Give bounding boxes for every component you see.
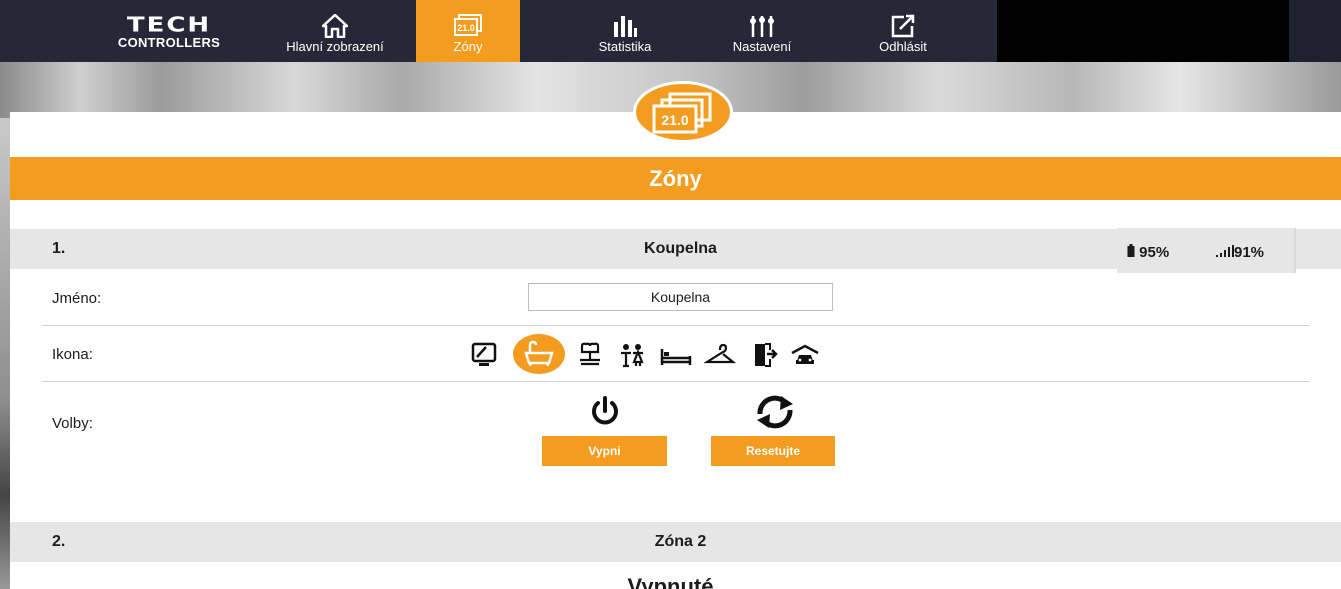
sliders-icon [711, 0, 813, 40]
divider [42, 325, 1309, 326]
logout-icon [858, 0, 948, 40]
battery-icon [1127, 244, 1135, 257]
icon-label: Ikona: [52, 346, 93, 363]
off-button[interactable]: Vypni [542, 436, 667, 466]
battery-status: 95% [1127, 244, 1169, 261]
zones-badge: 21.0 [633, 81, 733, 143]
battery-value: 95% [1139, 244, 1170, 261]
badge-value: 21.0 [661, 112, 688, 128]
zone-2-status: Vypnuté [627, 576, 714, 589]
bed-icon[interactable] [659, 338, 693, 372]
logo-main-text: TECH [126, 13, 212, 37]
name-label: Jméno: [52, 290, 102, 307]
hanger-icon[interactable] [703, 338, 737, 372]
zones-badge-icon: 21.0 [652, 92, 712, 134]
door-exit-icon[interactable] [748, 338, 782, 372]
divider [42, 381, 1309, 382]
bar-chart-icon [575, 0, 675, 40]
nav-item-statistics[interactable]: Statistika [575, 0, 675, 62]
signal-value: 91% [1234, 244, 1265, 261]
nav-label-zones: Zóny [453, 39, 483, 54]
top-navigation: TECH CONTROLLERS Hlavní zobrazení 21.0 Z… [0, 0, 1341, 62]
nav-label-home: Hlavní zobrazení [286, 39, 384, 54]
nav-item-zones[interactable]: 21.0 Zóny [416, 0, 520, 62]
nav-label-logout: Odhlásit [879, 39, 927, 54]
left-background-strip [0, 118, 10, 589]
options-label: Volby: [52, 415, 93, 432]
black-overlay-box [997, 0, 1289, 62]
nav-edge [1289, 0, 1341, 62]
children-icon[interactable] [615, 338, 649, 372]
zones-icon: 21.0 [416, 0, 520, 40]
nav-item-logout[interactable]: Odhlásit [858, 0, 948, 62]
nav-item-home[interactable]: Hlavní zobrazení [260, 0, 410, 62]
refresh-icon [749, 392, 801, 432]
zone-2-header: 2. Zóna 2 [10, 522, 1341, 562]
nav-label-statistics: Statistika [598, 39, 652, 54]
svg-text:21.0: 21.0 [457, 23, 475, 33]
page-title: Zóny [10, 157, 1341, 200]
logo-sub-text: CONTROLLERS [117, 35, 221, 50]
zone-name-input[interactable] [528, 283, 833, 311]
zone-2-name: Zóna 2 [654, 533, 707, 550]
zone-1-status: 95% 91% [1117, 228, 1296, 273]
signal-icon [1216, 245, 1234, 257]
car-garage-icon[interactable] [788, 338, 822, 372]
reset-button[interactable]: Resetujte [711, 436, 835, 466]
home-icon [260, 0, 410, 40]
bathtub-icon[interactable] [513, 334, 565, 374]
monitor-icon[interactable] [467, 338, 501, 372]
sink-icon[interactable] [573, 338, 607, 372]
nav-item-settings[interactable]: Nastavení [711, 0, 813, 62]
nav-label-settings: Nastavení [732, 39, 792, 54]
signal-status: 91% [1216, 244, 1264, 261]
power-icon [587, 393, 623, 429]
tech-controllers-logo[interactable]: TECH CONTROLLERS [105, 14, 233, 54]
